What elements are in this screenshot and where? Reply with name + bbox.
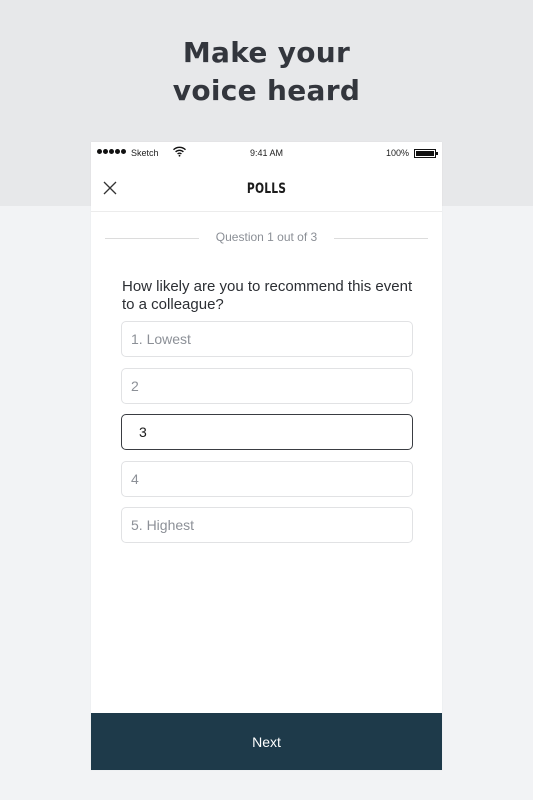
battery-icon (414, 149, 438, 158)
nav-bar: POLLS (91, 164, 442, 212)
headline: Make your voice heard (0, 34, 533, 110)
phone-screen: Sketch 9:41 AM 100% POLLS Question 1 out… (91, 142, 442, 770)
divider-right (334, 238, 428, 239)
progress-label: Question 1 out of 3 (215, 230, 318, 244)
option-label: 5. Highest (131, 517, 195, 533)
option-label: 3 (139, 424, 147, 440)
status-bar: Sketch 9:41 AM 100% (91, 142, 442, 164)
headline-line-1: Make your (182, 36, 351, 69)
option-1[interactable]: 1. Lowest (121, 321, 413, 357)
page-title: POLLS (246, 181, 287, 197)
next-button[interactable]: Next (91, 713, 442, 770)
option-5[interactable]: 5. Highest (121, 507, 413, 543)
option-3-selected[interactable]: 3 (121, 414, 413, 450)
option-label: 2 (131, 377, 139, 394)
battery-percentage: 100% (385, 148, 409, 158)
option-label: 4 (131, 470, 139, 487)
page: Make your voice heard Sketch 9:41 AM 100… (0, 0, 533, 800)
headline-line-2: voice heard (172, 74, 361, 107)
question-progress: Question 1 out of 3 (105, 230, 428, 246)
option-2[interactable]: 2 (121, 367, 413, 404)
option-label: 1. Lowest (131, 331, 191, 347)
question-text: How likely are you to recommend this eve… (122, 278, 413, 313)
answer-options: 1. Lowest 2 3 4 5. Highest (121, 321, 413, 554)
close-icon[interactable] (103, 181, 117, 195)
option-4[interactable]: 4 (121, 460, 413, 497)
